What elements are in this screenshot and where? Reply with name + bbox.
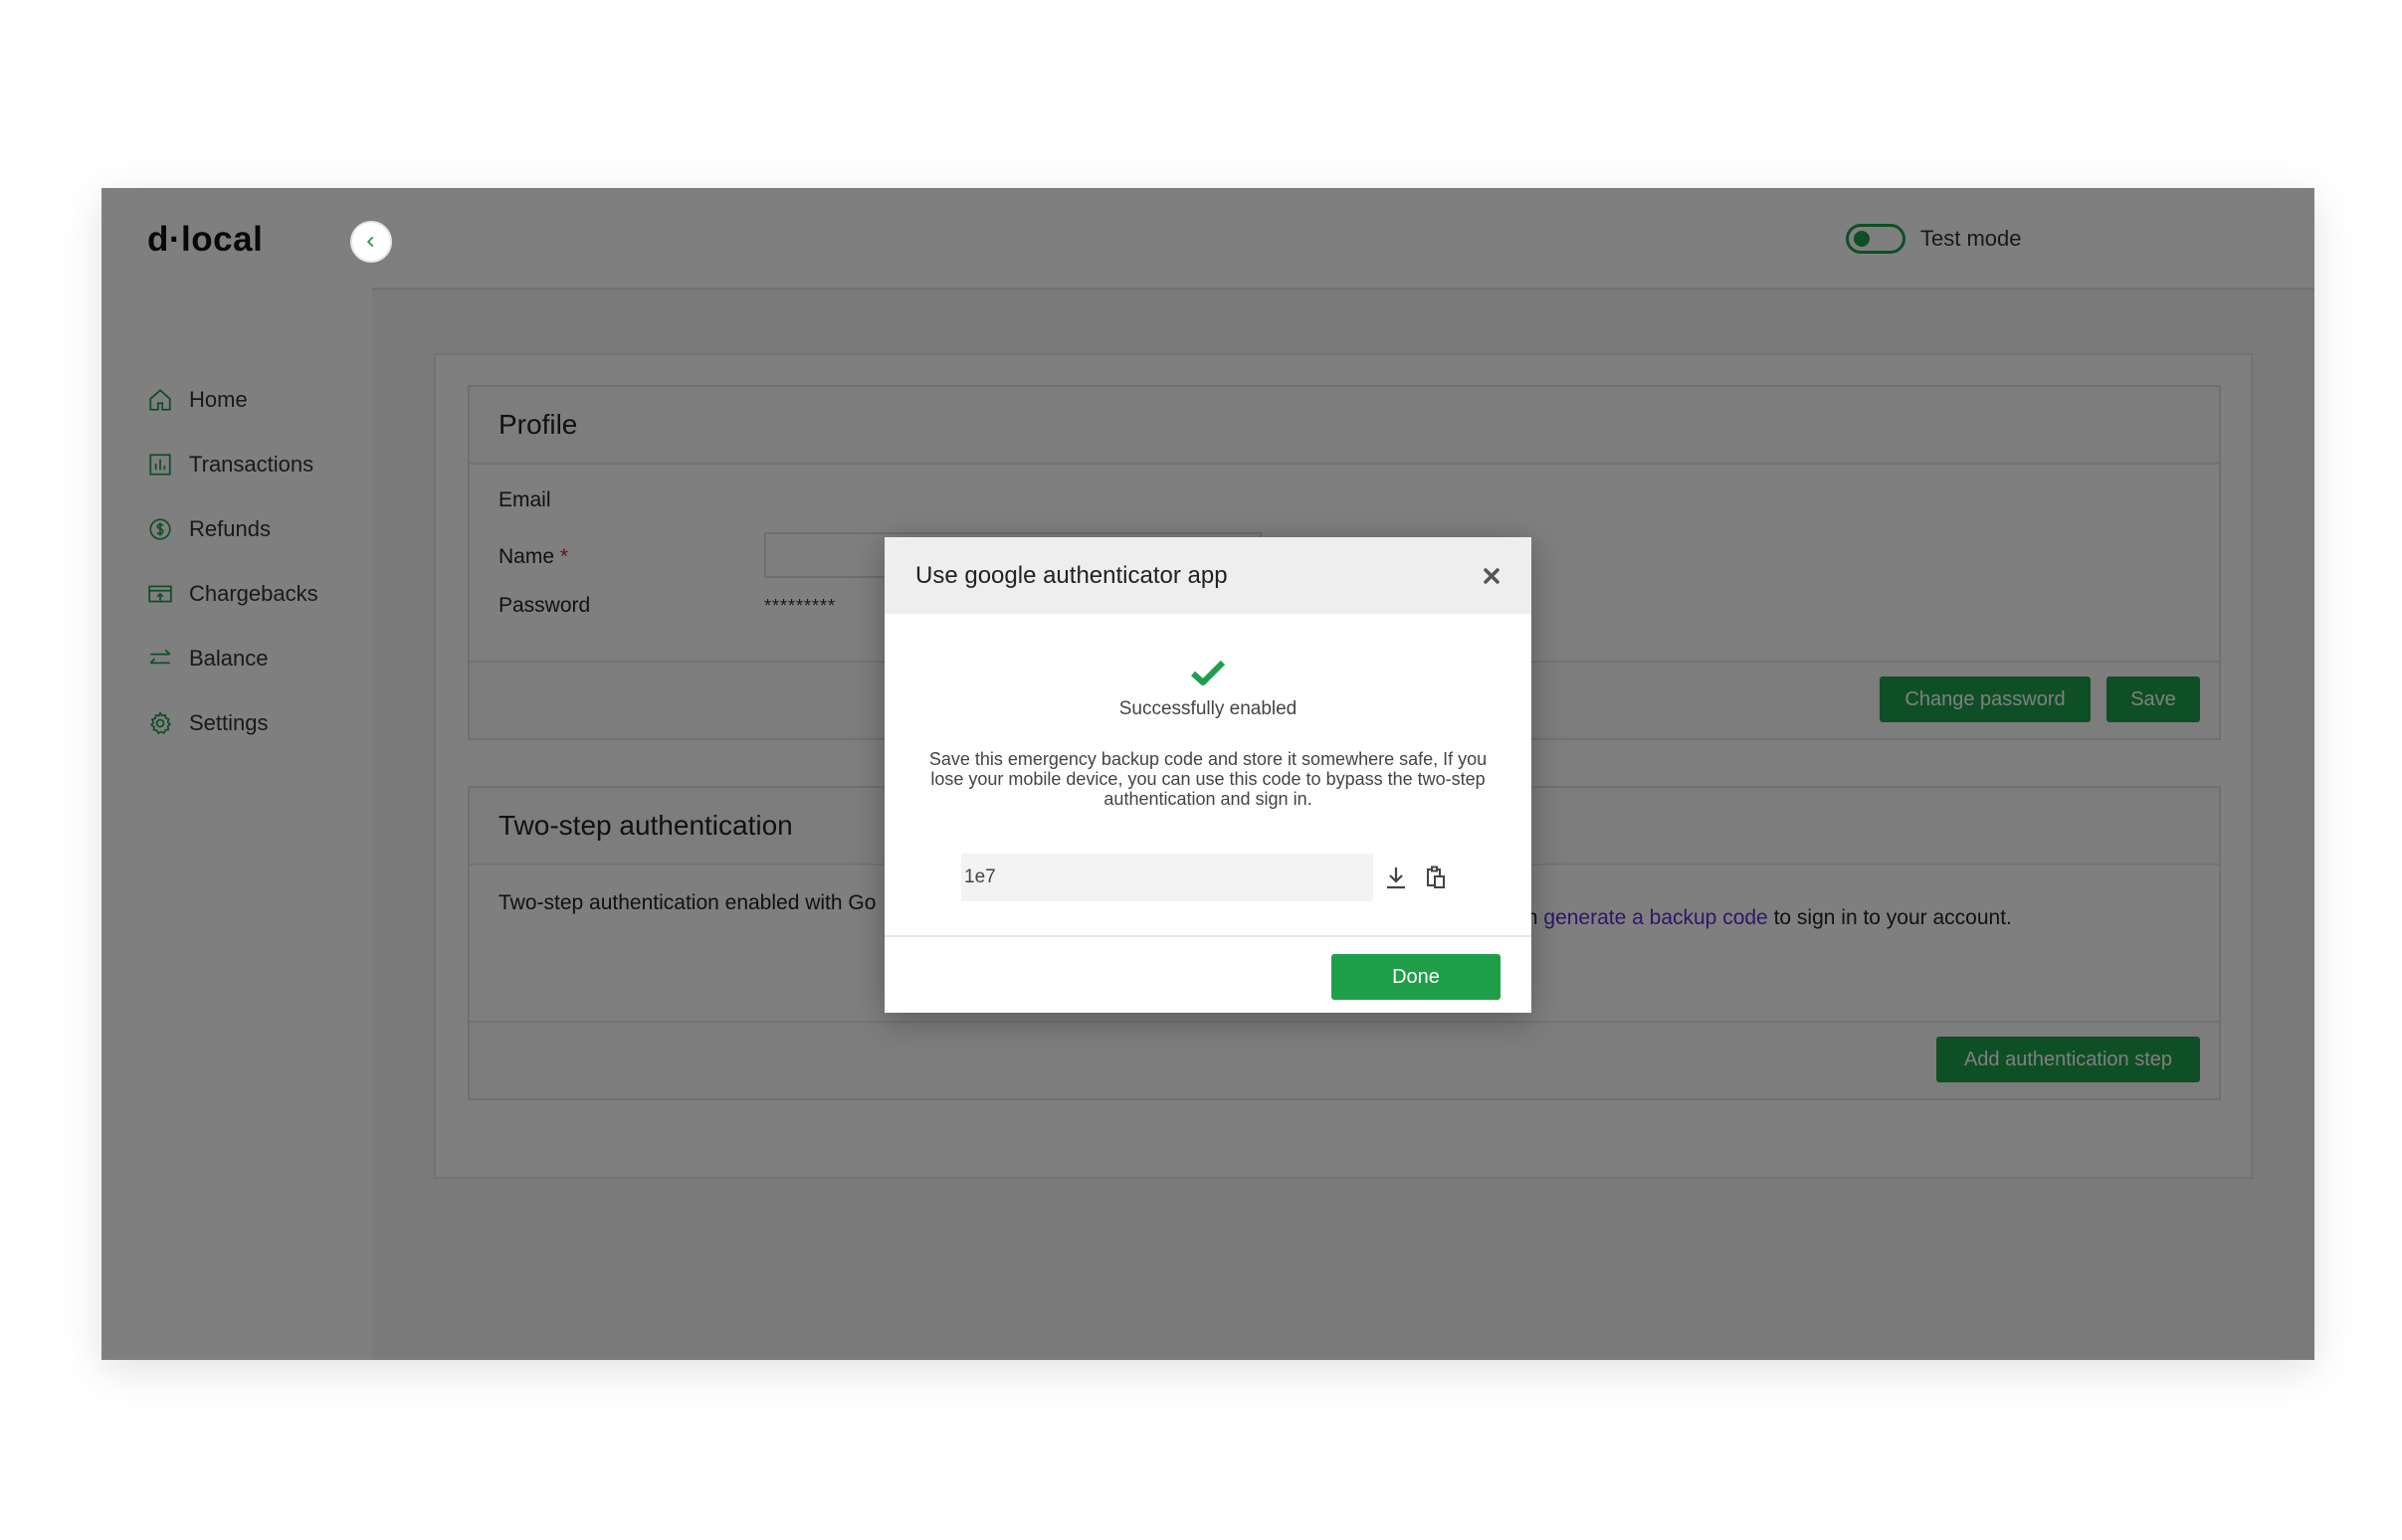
backup-code-field[interactable]: 1e7: [961, 854, 1373, 901]
done-button[interactable]: Done: [1331, 954, 1501, 1000]
backup-instructions: Save this emergency backup code and stor…: [928, 749, 1488, 809]
download-icon[interactable]: [1385, 866, 1407, 889]
authenticator-modal: Use google authenticator app Successfull…: [885, 537, 1531, 1013]
collapse-sidebar-button[interactable]: [350, 221, 392, 263]
success-message: Successfully enabled: [1118, 698, 1298, 719]
chevron-left-icon: [366, 236, 374, 248]
modal-title: Use google authenticator app: [915, 561, 1228, 589]
clipboard-copy-icon[interactable]: [1425, 866, 1447, 889]
modal-divider: [885, 935, 1531, 937]
modal-header: Use google authenticator app: [885, 537, 1531, 614]
close-icon[interactable]: [1483, 567, 1501, 585]
checkmark-icon: [1190, 660, 1226, 685]
